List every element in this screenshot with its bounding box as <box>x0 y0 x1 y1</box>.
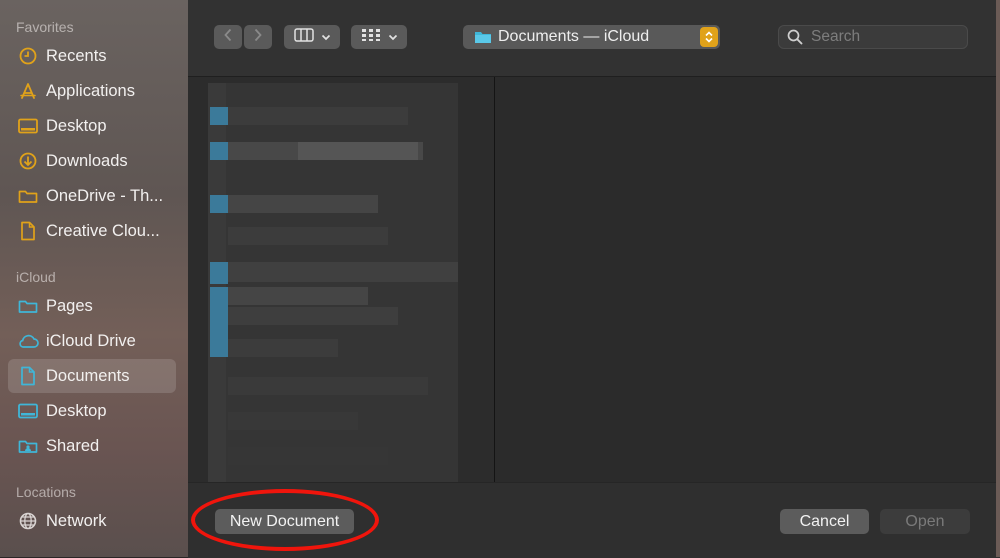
sidebar-item-icloud-desktop[interactable]: Desktop <box>8 394 176 428</box>
sidebar-item-label: Documents <box>46 366 130 385</box>
location-popup[interactable]: Documents — iCloud <box>463 25 720 49</box>
sidebar-item-icloud-drive[interactable]: iCloud Drive <box>8 324 176 358</box>
columns-icon <box>293 27 314 47</box>
search-field[interactable] <box>778 25 968 49</box>
folder-icon <box>17 185 39 207</box>
sidebar-item-shared[interactable]: Shared <box>8 429 176 463</box>
grid-icon <box>361 28 381 47</box>
forward-button[interactable] <box>244 25 272 49</box>
sidebar-section-icloud: iCloud <box>16 269 56 285</box>
folder-icon <box>474 30 492 44</box>
clock-icon <box>17 45 39 67</box>
chevron-right-icon <box>253 28 263 47</box>
preview-column <box>495 77 1000 482</box>
document-icon <box>17 365 39 387</box>
sidebar-section-favorites: Favorites <box>16 19 74 35</box>
open-dialog: Favorites Recents Applications Desktop D… <box>0 0 1000 558</box>
sidebar-item-label: Shared <box>46 436 100 455</box>
sidebar-item-documents[interactable]: Documents <box>8 359 176 393</box>
blurred-file-list <box>208 83 458 482</box>
sidebar-item-downloads[interactable]: Downloads <box>8 144 176 178</box>
sidebar-item-network[interactable]: Network <box>8 504 176 538</box>
sidebar-item-pages[interactable]: Pages <box>8 289 176 323</box>
document-icon <box>17 220 39 242</box>
cancel-button[interactable]: Cancel <box>780 509 869 534</box>
desktop-icon <box>17 115 39 137</box>
desktop-icon <box>17 400 39 422</box>
sidebar-item-desktop[interactable]: Desktop <box>8 109 176 143</box>
sidebar-item-label: Downloads <box>46 151 128 170</box>
updown-chevron-icon <box>700 27 718 47</box>
toolbar: Documents — iCloud <box>188 0 1000 77</box>
sidebar-item-label: Pages <box>46 296 93 315</box>
back-button[interactable] <box>214 25 242 49</box>
search-input[interactable] <box>809 27 963 47</box>
sidebar-section-locations: Locations <box>16 484 76 500</box>
cloud-icon <box>17 330 39 352</box>
new-document-button[interactable]: New Document <box>215 509 354 534</box>
column-view-button[interactable] <box>284 25 340 49</box>
main-pane: Documents — iCloud Search New Document C… <box>188 0 1000 558</box>
sidebar-item-recents[interactable]: Recents <box>8 39 176 73</box>
sidebar-item-onedrive[interactable]: OneDrive - Th... <box>8 179 176 213</box>
dialog-footer: New Document Cancel Open <box>188 482 1000 558</box>
group-view-button[interactable] <box>351 25 407 49</box>
sidebar-item-label: Applications <box>46 81 135 100</box>
open-button[interactable]: Open <box>880 509 970 534</box>
sidebar-item-label: Creative Clou... <box>46 221 160 240</box>
sidebar: Favorites Recents Applications Desktop D… <box>0 0 188 557</box>
sidebar-item-applications[interactable]: Applications <box>8 74 176 108</box>
location-label: Documents — iCloud <box>498 28 650 45</box>
chevron-down-icon <box>321 28 331 46</box>
search-icon <box>787 29 803 45</box>
file-browser <box>188 77 1000 482</box>
chevron-down-icon <box>388 28 398 46</box>
sidebar-item-creative-cloud[interactable]: Creative Clou... <box>8 214 176 248</box>
sidebar-item-label: Desktop <box>46 401 107 420</box>
window-edge <box>996 0 1000 557</box>
downloads-icon <box>17 150 39 172</box>
sidebar-item-label: Network <box>46 511 107 530</box>
folder-icon <box>17 295 39 317</box>
sidebar-item-label: Recents <box>46 46 107 65</box>
globe-icon <box>17 510 39 532</box>
applications-icon <box>17 80 39 102</box>
shared-folder-icon <box>17 435 39 457</box>
sidebar-item-label: OneDrive - Th... <box>46 186 164 205</box>
chevron-left-icon <box>223 28 233 47</box>
file-list-column[interactable] <box>188 77 495 482</box>
sidebar-item-label: Desktop <box>46 116 107 135</box>
sidebar-item-label: iCloud Drive <box>46 331 136 350</box>
